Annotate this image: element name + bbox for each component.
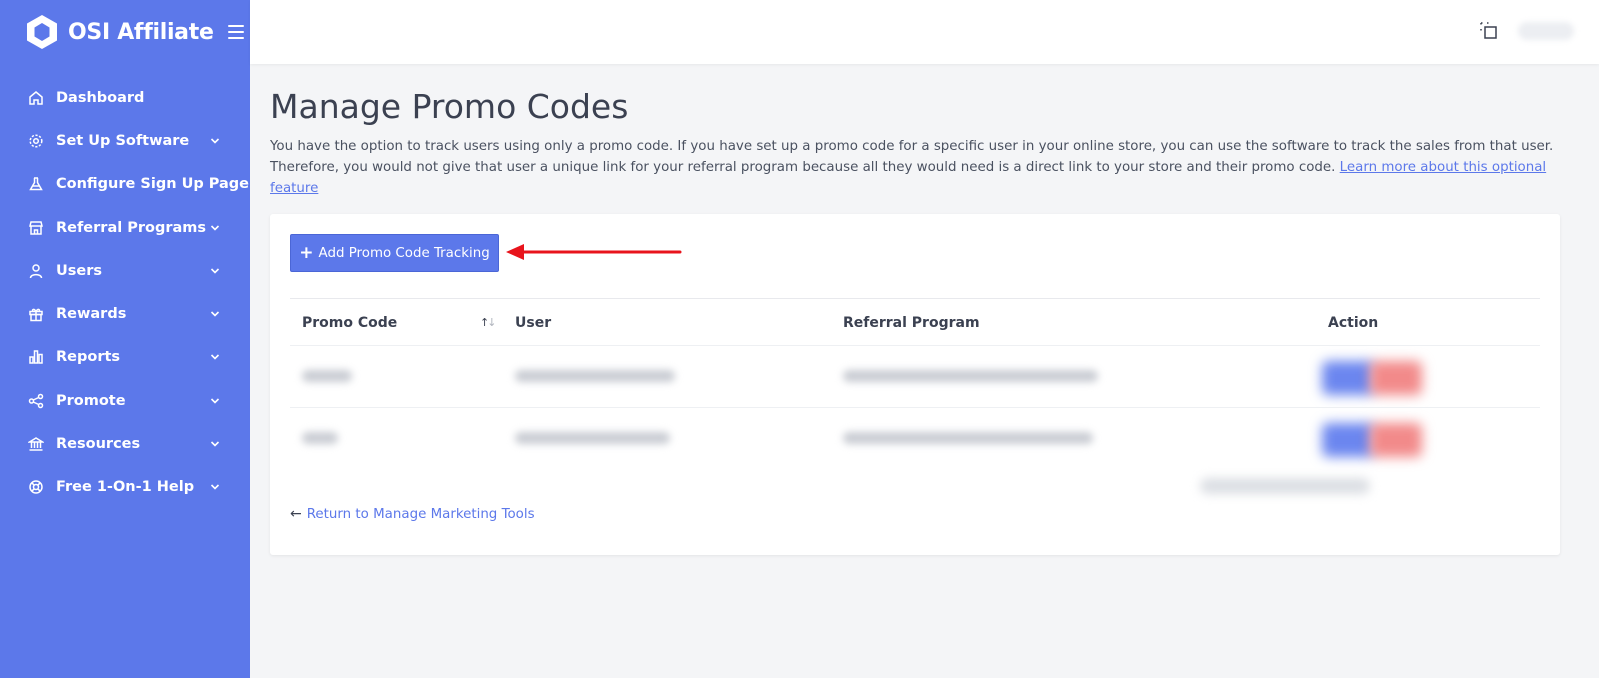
redacted-user (515, 370, 675, 382)
back-link-label: Return to Manage Marketing Tools (306, 506, 535, 522)
arrow-left-icon: ← (290, 506, 302, 522)
sidebar-item-label: Referral Programs (56, 219, 207, 236)
brand-name: OSI Affiliate (68, 19, 214, 45)
delete-button[interactable] (1370, 423, 1422, 457)
page-description: You have the option to track users using… (270, 136, 1560, 199)
menu-toggle-icon[interactable] (227, 25, 244, 39)
gear-icon (28, 133, 44, 149)
sidebar-item-referral-programs[interactable]: Referral Programs (0, 206, 250, 249)
redacted-referral-program (843, 370, 1098, 382)
sidebar-item-label: Rewards (56, 306, 127, 323)
sidebar-item-rewards[interactable]: Rewards (0, 292, 250, 335)
sidebar-item-set-up-software[interactable]: Set Up Software (0, 119, 250, 162)
column-header-promo-code[interactable]: Promo Code (302, 315, 397, 331)
logo-hexagon-icon (27, 15, 57, 49)
column-header-referral-program: Referral Program (843, 315, 980, 331)
home-icon (28, 90, 44, 106)
sidebar-item-label: Set Up Software (56, 132, 190, 149)
chevron-down-icon (210, 224, 220, 231)
button-label: Add Promo Code Tracking (318, 245, 490, 261)
sidebar-item-dashboard[interactable]: Dashboard (0, 76, 250, 119)
promo-codes-table: Promo Code ↑↓ User Referral Program Acti… (290, 298, 1540, 469)
redacted-promo-code (302, 370, 352, 382)
bar-chart-icon (28, 349, 44, 365)
sidebar-item-label: Resources (56, 436, 141, 453)
user-icon (28, 263, 44, 279)
lifebuoy-icon (28, 479, 44, 495)
redacted-promo-code (302, 432, 338, 444)
sidebar-item-configure-sign-up-page[interactable]: Configure Sign Up Page (0, 163, 250, 206)
sidebar-item-label: Free 1-On-1 Help (56, 479, 195, 496)
sidebar-item-label: Users (56, 262, 103, 279)
chevron-down-icon (210, 398, 220, 404)
redacted-referral-program (843, 432, 1093, 444)
column-header-action: Action (1328, 315, 1379, 331)
gift-icon (28, 306, 44, 322)
pagination[interactable] (1200, 478, 1370, 494)
edit-button[interactable] (1322, 423, 1374, 457)
bank-icon (28, 436, 44, 452)
chevron-down-icon (210, 441, 220, 447)
sidebar-item-label: Configure Sign Up Page (56, 176, 250, 193)
sidebar-item-label: Reports (56, 349, 121, 366)
sort-icon[interactable]: ↑↓ (480, 316, 497, 329)
sidebar-item-label: Dashboard (56, 89, 145, 106)
sidebar-item-reports[interactable]: Reports (0, 336, 250, 379)
table-row (290, 407, 1540, 469)
sidebar-nav: Dashboard Set Up Software Configure Sign… (0, 76, 250, 509)
table-row (290, 345, 1540, 407)
topbar (250, 0, 1599, 64)
table-header: Promo Code ↑↓ User Referral Program Acti… (290, 299, 1540, 345)
chevron-down-icon (210, 354, 220, 361)
brand[interactable]: OSI Affiliate (0, 0, 250, 64)
annotation-arrow-icon (506, 244, 682, 260)
share-icon (28, 393, 44, 409)
sidebar: OSI Affiliate Dashboard Set Up Software … (0, 0, 250, 678)
chevron-down-icon (210, 311, 220, 317)
plus-icon: + (299, 242, 314, 263)
sidebar-item-resources[interactable]: Resources (0, 422, 250, 465)
add-promo-code-tracking-button[interactable]: + Add Promo Code Tracking (290, 234, 499, 272)
sidebar-item-users[interactable]: Users (0, 249, 250, 292)
user-menu[interactable] (1518, 22, 1574, 40)
fullscreen-icon[interactable] (1479, 21, 1499, 41)
store-icon (28, 220, 44, 236)
chevron-down-icon (210, 268, 220, 274)
flask-icon (28, 176, 44, 192)
redacted-user (515, 432, 670, 444)
chevron-down-icon (210, 138, 220, 144)
sidebar-item-free-help[interactable]: Free 1-On-1 Help (0, 466, 250, 509)
sidebar-item-label: Promote (56, 392, 126, 409)
return-to-marketing-tools-link[interactable]: ← Return to Manage Marketing Tools (290, 506, 535, 522)
edit-button[interactable] (1322, 361, 1374, 395)
page-title: Manage Promo Codes (270, 87, 629, 126)
chevron-down-icon (210, 484, 220, 490)
column-header-user: User (515, 315, 552, 331)
promo-codes-card: + Add Promo Code Tracking Promo Code ↑↓ … (270, 214, 1560, 555)
sidebar-item-promote[interactable]: Promote (0, 379, 250, 422)
delete-button[interactable] (1370, 361, 1422, 395)
